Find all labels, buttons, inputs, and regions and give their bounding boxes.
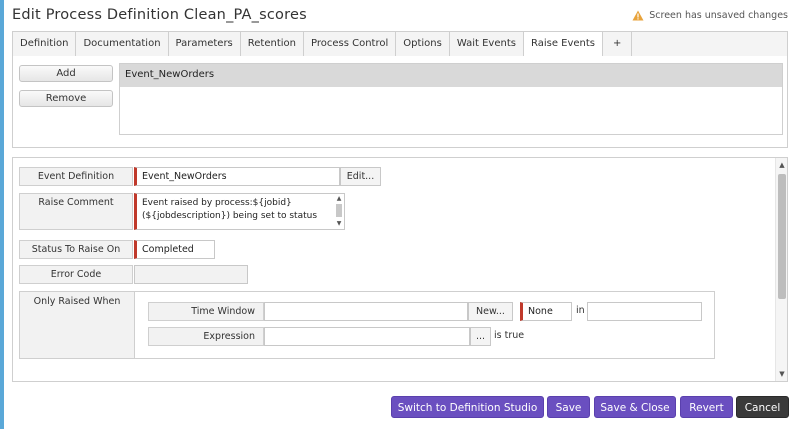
only-raised-when-label: Only Raised When: [20, 292, 135, 358]
tab-parameters[interactable]: Parameters: [168, 32, 241, 56]
in-field[interactable]: [587, 302, 702, 321]
save-button[interactable]: Save: [547, 396, 590, 418]
raise-comment-label: Raise Comment: [19, 193, 133, 230]
only-raised-when-group: Only Raised When Time Window New... None…: [19, 291, 715, 359]
status-to-raise-on-label: Status To Raise On: [19, 240, 133, 259]
expression-field[interactable]: [264, 327, 470, 346]
time-window-label: Time Window: [148, 302, 264, 321]
detail-panel-scrollbar[interactable]: ▲ ▼: [775, 158, 787, 381]
raise-events-list-panel: Add Remove Event_NewOrders: [12, 56, 788, 148]
event-definition-label: Event Definition: [19, 167, 133, 186]
time-window-none-field[interactable]: None: [520, 302, 572, 321]
raise-comment-text: Event raised by process:${jobid} (${jobd…: [142, 198, 318, 221]
expression-label: Expression: [148, 327, 264, 346]
scroll-thumb[interactable]: [336, 204, 342, 217]
time-window-field[interactable]: [264, 302, 468, 321]
switch-to-definition-studio-button[interactable]: Switch to Definition Studio: [391, 396, 544, 418]
save-and-close-button[interactable]: Save & Close: [594, 396, 676, 418]
tab-documentation[interactable]: Documentation: [76, 32, 169, 56]
scroll-down-icon[interactable]: ▼: [335, 221, 343, 227]
expression-browse-button[interactable]: ...: [470, 327, 491, 346]
unsaved-changes-notice: Screen has unsaved changes: [632, 10, 788, 21]
edit-event-definition-button[interactable]: Edit...: [340, 167, 381, 186]
list-item[interactable]: Event_NewOrders: [120, 64, 782, 87]
scroll-down-icon[interactable]: ▼: [778, 370, 786, 378]
cancel-button[interactable]: Cancel: [736, 396, 789, 418]
scroll-up-icon[interactable]: ▲: [778, 161, 786, 169]
unsaved-changes-text: Screen has unsaved changes: [649, 10, 788, 21]
window-left-accent: [0, 0, 4, 429]
revert-button[interactable]: Revert: [680, 396, 733, 418]
tab-add[interactable]: +: [603, 32, 633, 56]
tab-process-control[interactable]: Process Control: [304, 32, 397, 56]
error-code-field[interactable]: [134, 265, 248, 284]
scroll-thumb[interactable]: [778, 174, 786, 299]
event-detail-panel: Event Definition Event_NewOrders Edit...…: [12, 157, 788, 382]
scroll-up-icon[interactable]: ▲: [335, 196, 343, 202]
event-list: Event_NewOrders: [119, 63, 783, 135]
warning-icon: [632, 10, 644, 21]
new-time-window-button[interactable]: New...: [468, 302, 513, 321]
page-title: Edit Process Definition Clean_PA_scores: [12, 7, 307, 23]
tab-bar: Definition Documentation Parameters Rete…: [12, 31, 788, 57]
raise-comment-scrollbar[interactable]: ▲ ▼: [335, 196, 343, 228]
in-label: in: [576, 305, 585, 316]
tab-options[interactable]: Options: [396, 32, 450, 56]
raise-comment-textarea[interactable]: Event raised by process:${jobid} (${jobd…: [134, 193, 345, 230]
remove-event-button[interactable]: Remove: [19, 90, 113, 107]
add-event-button[interactable]: Add: [19, 65, 113, 82]
error-code-label: Error Code: [19, 265, 133, 284]
event-definition-field[interactable]: Event_NewOrders: [134, 167, 340, 186]
is-true-label: is true: [494, 330, 525, 341]
tab-retention[interactable]: Retention: [240, 32, 304, 56]
tab-raise-events[interactable]: Raise Events: [523, 32, 604, 57]
tab-definition[interactable]: Definition: [13, 32, 77, 56]
tab-wait-events[interactable]: Wait Events: [449, 32, 524, 56]
status-to-raise-on-field[interactable]: Completed: [134, 240, 215, 259]
